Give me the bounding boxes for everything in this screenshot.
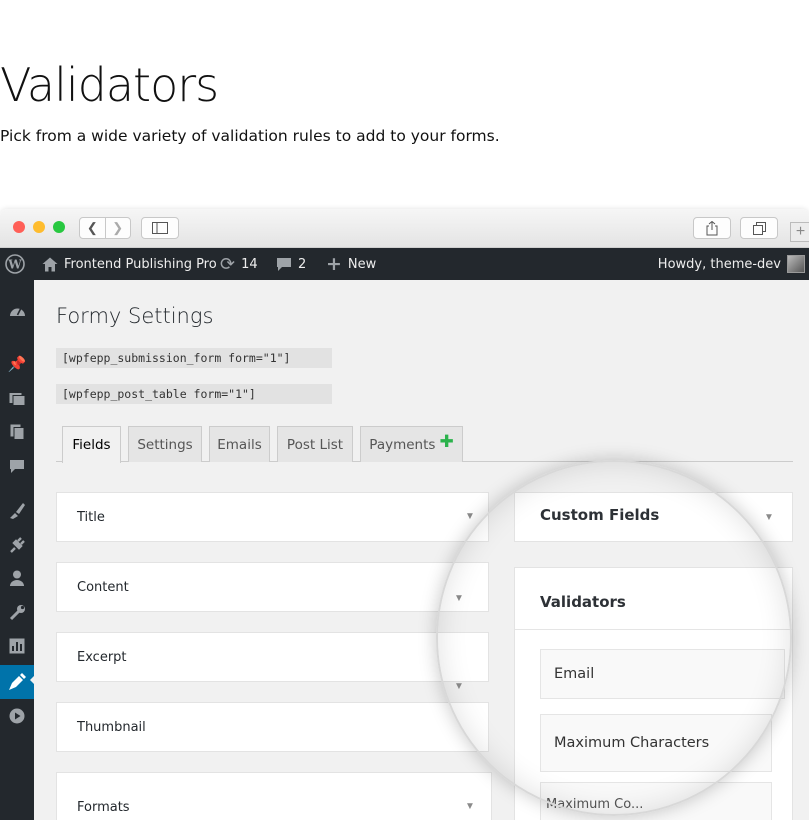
tab-post-list[interactable]: Post List — [277, 426, 353, 462]
settings-tabs: Fields Settings Emails Post List Payment… — [56, 426, 793, 463]
validator-label: Maximum Characters — [554, 735, 710, 751]
avatar — [787, 255, 805, 273]
hero-title: Validators — [0, 58, 219, 112]
tabs-icon — [752, 221, 766, 235]
comments-menu[interactable]: 2 — [276, 248, 306, 280]
close-window-button[interactable] — [13, 221, 25, 233]
zoom-window-button[interactable] — [53, 221, 65, 233]
comments-count: 2 — [298, 256, 307, 272]
tab-emails[interactable]: Emails — [209, 426, 270, 462]
field-label: Thumbnail — [77, 720, 146, 735]
home-icon — [42, 257, 58, 271]
caret-down-icon[interactable]: ▼ — [465, 511, 475, 522]
shortcode-submission-form[interactable]: [wpfepp_submission_form form="1"] — [56, 348, 332, 368]
wordpress-icon: W — [5, 254, 25, 274]
tab-settings[interactable]: Settings — [128, 426, 202, 462]
field-panel-thumbnail[interactable]: Thumbnail — [56, 702, 489, 752]
user-account-menu[interactable]: Howdy, theme-dev — [658, 248, 805, 280]
page-title: Formy Settings — [56, 304, 214, 328]
validator-maximum-count[interactable]: Maximum Co... — [540, 782, 772, 820]
wp-admin-menu: 📌 — [0, 280, 35, 820]
svg-text:W: W — [7, 258, 22, 272]
tab-label: Settings — [137, 436, 193, 453]
formy-icon[interactable] — [0, 665, 35, 699]
caret-down-icon[interactable]: ▼ — [764, 512, 774, 523]
share-button[interactable] — [693, 217, 731, 239]
plugins-icon[interactable] — [0, 529, 34, 559]
field-label: Excerpt — [77, 650, 127, 665]
minimize-window-button[interactable] — [33, 221, 45, 233]
validator-label: Email — [554, 666, 595, 682]
add-icon: ✚ — [439, 431, 454, 452]
validator-maximum-characters[interactable]: Maximum Characters — [540, 714, 772, 772]
sidebar-toggle-button[interactable] — [141, 217, 179, 239]
hero-subtitle: Pick from a wide variety of validation r… — [0, 127, 500, 145]
wp-admin-bar: W Frontend Publishing Pro ⟳ 14 2 + New H… — [0, 248, 809, 280]
tab-payments[interactable]: Payments ✚ — [360, 426, 463, 462]
custom-fields-title: Custom Fields — [540, 506, 660, 524]
field-panel-formats[interactable]: Formats ▼ — [56, 772, 492, 820]
updates-menu[interactable]: ⟳ 14 — [220, 248, 258, 280]
field-label: Content — [77, 580, 129, 595]
tab-label: Post List — [286, 436, 344, 453]
browser-window: ❮ ❯ + W Frontend Publishing Pro ⟳ 14 2 +… — [0, 209, 809, 820]
chevron-left-icon[interactable]: ❮ — [80, 220, 105, 236]
field-panel-title[interactable]: Title ▼ — [56, 492, 489, 542]
main-content: Formy Settings [wpfepp_submission_form f… — [34, 280, 809, 820]
sidebar-icon — [152, 222, 168, 234]
history-nav: ❮ ❯ — [79, 217, 131, 239]
updates-count: 14 — [241, 256, 258, 272]
browser-toolbar: ❮ ❯ + — [0, 209, 809, 248]
users-icon[interactable] — [0, 563, 34, 593]
field-panel-excerpt[interactable]: Excerpt ▼ — [56, 632, 489, 692]
site-name: Frontend Publishing Pro — [64, 256, 217, 272]
settings-icon[interactable] — [0, 631, 34, 661]
tab-label: Emails — [217, 436, 262, 453]
tab-fields[interactable]: Fields — [62, 426, 121, 463]
validator-label: Maximum Co... — [546, 797, 644, 812]
appearance-icon[interactable] — [0, 495, 34, 525]
field-label: Formats — [77, 800, 130, 815]
pages-icon[interactable] — [0, 417, 34, 447]
caret-down-icon[interactable]: ▼ — [454, 593, 464, 604]
pin-icon[interactable]: 📌 — [0, 349, 34, 379]
caret-down-icon[interactable]: ▼ — [454, 681, 464, 692]
validators-title: Validators — [540, 593, 626, 611]
tools-icon[interactable] — [0, 597, 34, 627]
field-label: Title — [77, 510, 105, 525]
media-icon[interactable] — [0, 383, 34, 413]
tab-label: Fields — [72, 437, 111, 453]
validator-email[interactable]: Email — [540, 649, 785, 699]
refresh-icon: ⟳ — [220, 253, 236, 275]
shortcode-post-table[interactable]: [wpfepp_post_table form="1"] — [56, 384, 332, 404]
comment-icon — [277, 257, 291, 271]
play-icon[interactable] — [0, 701, 34, 731]
new-label: New — [347, 256, 377, 272]
show-tabs-button[interactable] — [740, 217, 778, 239]
plus-icon: + — [326, 253, 342, 275]
field-panel-content[interactable]: Content ▼ — [56, 562, 489, 612]
custom-fields-panel[interactable]: Custom Fields ▼ — [514, 492, 793, 542]
tab-label: Payments — [369, 436, 436, 453]
site-name-menu[interactable]: Frontend Publishing Pro — [42, 248, 217, 280]
validators-panel: Validators Email Maximum Characters Maxi… — [514, 567, 793, 820]
dashboard-icon[interactable] — [0, 295, 34, 325]
new-content-menu[interactable]: + New — [326, 248, 376, 280]
comments-icon[interactable] — [0, 451, 34, 481]
caret-down-icon[interactable]: ▼ — [465, 801, 475, 812]
howdy-text: Howdy, theme-dev — [657, 256, 781, 272]
divider — [515, 629, 792, 630]
wp-logo-menu[interactable]: W — [5, 248, 25, 280]
share-icon — [706, 220, 718, 235]
chevron-right-icon[interactable]: ❯ — [105, 220, 130, 236]
new-tab-button[interactable]: + — [790, 222, 809, 242]
